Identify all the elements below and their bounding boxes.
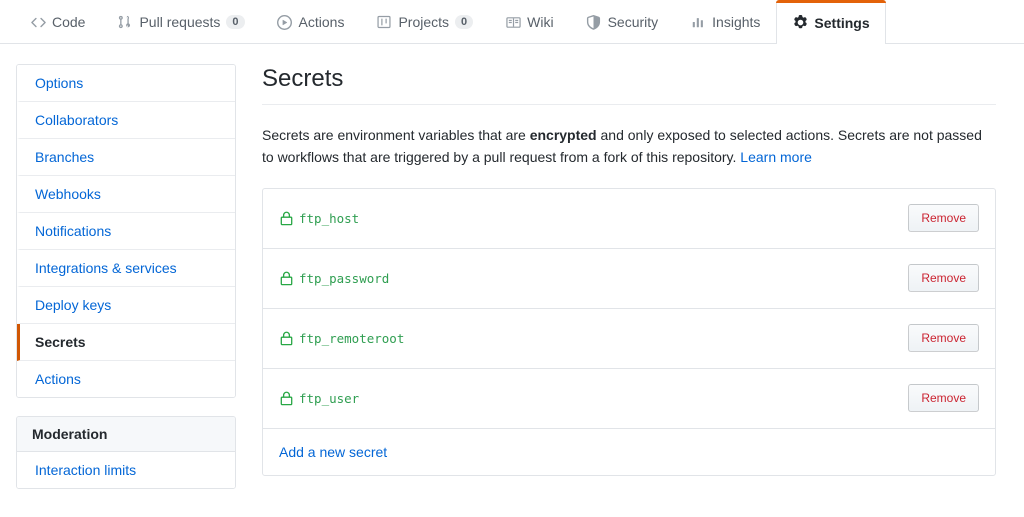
page-body: Options Collaborators Branches Webhooks … [0,44,1024,489]
secrets-description-emphasis: encrypted [529,127,597,143]
code-icon [30,14,46,30]
git-pull-request-icon [117,14,133,30]
main-content: Secrets Secrets are environment variable… [262,64,1008,489]
sidebar-item-integrations-services[interactable]: Integrations & services [17,250,235,287]
sidebar-item-webhooks[interactable]: Webhooks [17,176,235,213]
settings-menu: Options Collaborators Branches Webhooks … [16,64,236,398]
tab-wiki[interactable]: Wiki [489,0,569,43]
tab-insights[interactable]: Insights [674,0,776,43]
secret-name: ftp_user [299,390,360,406]
tab-settings[interactable]: Settings [776,0,886,44]
tab-pull-requests[interactable]: Pull requests 0 [101,0,260,43]
table-row: ftp_password Remove [263,249,995,309]
tab-projects-counter: 0 [455,14,474,30]
lock-icon [279,210,293,226]
sidebar-item-interaction-limits[interactable]: Interaction limits [17,452,235,488]
settings-sidebar: Options Collaborators Branches Webhooks … [16,64,236,489]
table-row: ftp_user Remove [263,369,995,429]
tab-projects[interactable]: Projects 0 [360,0,489,43]
page-title: Secrets [262,64,996,105]
table-row: ftp_remoteroot Remove [263,309,995,369]
secret-info: ftp_host [279,210,359,226]
sidebar-item-collaborators[interactable]: Collaborators [17,102,235,139]
tab-settings-label: Settings [814,14,870,31]
sidebar-item-notifications[interactable]: Notifications [17,213,235,250]
tab-wiki-label: Wiki [527,14,554,30]
tab-projects-label: Projects [398,14,450,30]
gear-icon [792,15,808,31]
tab-actions-label: Actions [298,14,345,30]
play-icon [277,14,293,30]
graph-icon [690,14,706,30]
moderation-menu-heading: Moderation [17,417,235,452]
tab-insights-label: Insights [712,14,761,30]
remove-button[interactable]: Remove [908,204,979,233]
secrets-list: ftp_host Remove ftp_password Remove ftp_… [262,187,996,476]
tab-code[interactable]: Code [14,0,101,43]
tab-security-label: Security [607,14,659,30]
repo-nav: Code Pull requests 0 Actions Projects 0 … [0,0,1024,44]
lock-icon [279,330,293,346]
secret-name: ftp_password [299,270,390,286]
remove-button[interactable]: Remove [908,384,979,413]
tab-pull-requests-label: Pull requests [139,14,221,30]
tab-code-label: Code [52,14,86,30]
add-new-secret-link[interactable]: Add a new secret [279,444,387,460]
secrets-description: Secrets are environment variables that a… [262,124,996,169]
sidebar-item-branches[interactable]: Branches [17,139,235,176]
lock-icon [279,270,293,286]
tab-security[interactable]: Security [570,0,675,43]
sidebar-item-secrets[interactable]: Secrets [17,324,235,361]
secret-name: ftp_remoteroot [299,330,405,346]
learn-more-link[interactable]: Learn more [740,149,812,165]
remove-button[interactable]: Remove [908,264,979,293]
secret-info: ftp_remoteroot [279,330,404,346]
secrets-description-part1: Secrets are environment variables that a… [262,127,530,143]
sidebar-item-options[interactable]: Options [17,65,235,102]
book-icon [505,14,521,30]
moderation-menu: Moderation Interaction limits [16,416,236,489]
sidebar-item-actions[interactable]: Actions [17,361,235,397]
secrets-list-footer: Add a new secret [263,429,995,475]
tab-pull-requests-counter: 0 [226,14,245,30]
tab-actions[interactable]: Actions [261,0,361,43]
table-row: ftp_host Remove [263,189,995,249]
secret-name: ftp_host [299,210,360,226]
sidebar-item-deploy-keys[interactable]: Deploy keys [17,287,235,324]
shield-icon [586,14,602,30]
secret-info: ftp_user [279,390,359,406]
project-icon [376,14,392,30]
remove-button[interactable]: Remove [908,324,979,353]
lock-icon [279,390,293,406]
secret-info: ftp_password [279,270,389,286]
